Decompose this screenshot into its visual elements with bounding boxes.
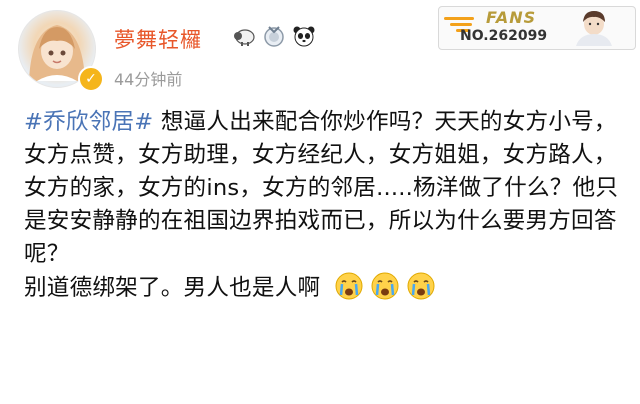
crying-face-icon [407,272,435,300]
username[interactable]: 夢舞轻欏 [114,24,202,54]
fans-portrait-icon [576,11,612,46]
panda-badge-icon[interactable] [292,24,316,48]
crying-face-icon [335,272,363,300]
fans-number: NO.262099 [460,28,548,44]
badge-list [232,24,316,48]
fans-label: FANS [486,8,537,27]
sheep-badge-icon[interactable] [232,24,256,48]
medal-badge-icon[interactable] [262,24,286,48]
verified-icon: ✓ [78,66,104,92]
hashtag-link[interactable]: #乔欣邻居# [24,109,153,135]
post-content: #乔欣邻居# 想逼人出来配合你炒作吗？天天的女方小号，女方点赞，女方助理，女方经… [24,106,628,305]
crying-face-icon [371,272,399,300]
post-text-line2: 别道德绑架了。男人也是人啊 [24,275,321,301]
post-timestamp[interactable]: 44分钟前 [114,66,182,90]
